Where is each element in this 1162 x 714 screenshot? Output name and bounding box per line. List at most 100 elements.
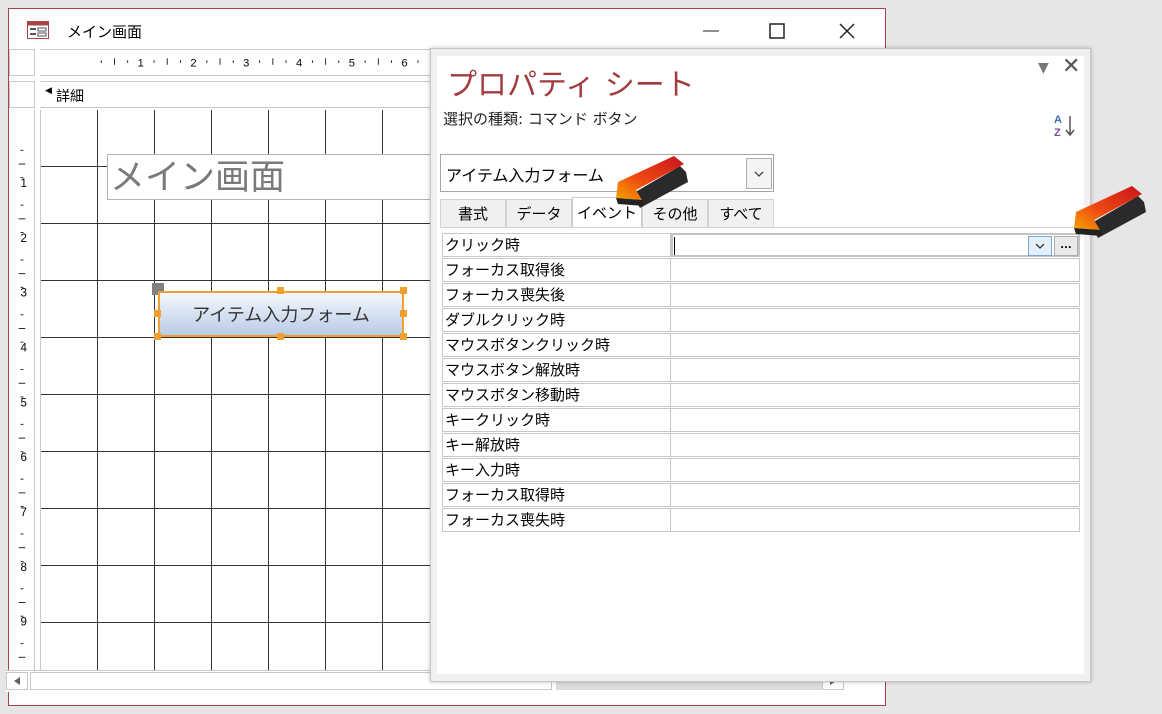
- ruler-tick: [391, 60, 393, 63]
- sort-az-icon[interactable]: A Z: [1053, 112, 1077, 140]
- property-name: クリック時: [442, 233, 671, 257]
- property-value-input[interactable]: [671, 383, 1080, 407]
- object-selector-button[interactable]: [746, 158, 772, 189]
- property-name: マウスボタン移動時: [442, 383, 671, 407]
- ruler-tick: [20, 533, 24, 535]
- resize-handle[interactable]: [400, 287, 407, 294]
- tab-label: すべて: [719, 205, 763, 223]
- property-row[interactable]: マウスボタン移動時: [442, 383, 1080, 408]
- form-title-bar[interactable]: メイン画面: [9, 9, 885, 53]
- resize-handle[interactable]: [154, 310, 161, 317]
- ruler-tick: [20, 423, 24, 425]
- section-label: 詳細: [56, 89, 84, 105]
- property-value-input[interactable]: [671, 358, 1080, 382]
- scroll-left-button[interactable]: [6, 672, 28, 690]
- tab-all[interactable]: すべて: [708, 199, 774, 227]
- property-value-input[interactable]: [671, 258, 1080, 282]
- property-row[interactable]: フォーカス取得時: [442, 483, 1080, 508]
- ruler-tick: [364, 60, 366, 63]
- ruler-tick: [18, 273, 26, 275]
- ruler-number: 3: [21, 288, 27, 300]
- command-button-control[interactable]: アイテム入力フォーム: [158, 291, 404, 337]
- property-row[interactable]: キークリック時: [442, 408, 1080, 433]
- ruler-number: 8: [21, 562, 27, 574]
- property-row[interactable]: キー入力時: [442, 458, 1080, 483]
- property-value-input[interactable]: [671, 308, 1080, 332]
- collapse-chevron-icon: ◀: [45, 86, 52, 96]
- ruler-tick: [272, 58, 274, 65]
- resize-handle[interactable]: [154, 333, 161, 340]
- section-selector[interactable]: [9, 81, 35, 108]
- scroll-left-icon: [14, 677, 20, 685]
- property-row[interactable]: キー解放時: [442, 433, 1080, 458]
- property-name: キー入力時: [442, 458, 671, 482]
- ruler-tick: [18, 382, 26, 384]
- ruler-tick: [338, 60, 340, 63]
- resize-handle[interactable]: [277, 287, 284, 294]
- resize-handle[interactable]: [400, 333, 407, 340]
- ruler-tick: [18, 218, 26, 220]
- ruler-tick: [18, 547, 26, 549]
- close-pane-icon[interactable]: ✕: [1062, 54, 1080, 79]
- ruler-tick: [166, 58, 168, 65]
- ruler-tick: [18, 437, 26, 439]
- property-row[interactable]: マウスボタン解放時: [442, 358, 1080, 383]
- ruler-corner[interactable]: [9, 49, 35, 76]
- ruler-tick: [20, 259, 24, 261]
- svg-text:Z: Z: [1054, 127, 1061, 139]
- property-name: マウスボタン解放時: [442, 358, 671, 382]
- maximize-icon: [769, 23, 785, 39]
- property-row[interactable]: フォーカス喪失後: [442, 283, 1080, 308]
- ruler-tick: [20, 204, 24, 206]
- property-name: ダブルクリック時: [442, 308, 671, 332]
- ruler-tick: [219, 58, 221, 65]
- maximize-button[interactable]: [751, 13, 803, 49]
- property-grid: クリック時 フォーカス取得後 フォーカス喪失後 ダブルクリック時 マウスボタンク…: [442, 233, 1080, 533]
- property-value-input[interactable]: [671, 408, 1080, 432]
- tab-data[interactable]: データ: [506, 199, 572, 227]
- ruler-tick: [20, 643, 24, 645]
- property-value-input[interactable]: [671, 283, 1080, 307]
- property-name: キー解放時: [442, 433, 671, 457]
- ruler-tick: [18, 602, 26, 603]
- minimize-button[interactable]: [685, 13, 737, 49]
- ruler-tick: [100, 60, 102, 63]
- property-value-input[interactable]: [671, 433, 1080, 457]
- ruler-tick: [114, 58, 115, 65]
- ruler-tick: [20, 588, 24, 590]
- ruler-number: 5: [349, 58, 355, 70]
- ruler-number: 4: [296, 58, 302, 70]
- event-dropdown-button[interactable]: [1028, 236, 1052, 256]
- resize-handle[interactable]: [400, 310, 407, 317]
- ruler-tick: [259, 60, 261, 63]
- ruler-tick: [18, 492, 26, 494]
- chevron-down-icon: [754, 171, 764, 177]
- minimize-icon: [703, 30, 719, 32]
- property-row[interactable]: マウスボタンクリック時: [442, 333, 1080, 358]
- property-row[interactable]: ダブルクリック時: [442, 308, 1080, 333]
- close-window-button[interactable]: [821, 13, 873, 49]
- ruler-tick: [127, 60, 129, 63]
- resize-handle[interactable]: [277, 333, 284, 340]
- property-row[interactable]: フォーカス取得後: [442, 258, 1080, 283]
- ruler-tick: [377, 58, 379, 65]
- ruler-tick: [417, 60, 419, 63]
- ruler-tick: [311, 60, 313, 63]
- property-row-on-click[interactable]: クリック時: [442, 233, 1080, 258]
- selection-type-label: 選択の種類: コマンド ボタン: [443, 110, 638, 128]
- property-value-input[interactable]: [671, 508, 1080, 532]
- tab-format[interactable]: 書式: [440, 199, 506, 227]
- ruler-number: 1: [138, 58, 144, 70]
- ruler-number: 6: [402, 58, 408, 70]
- property-value-input[interactable]: [671, 458, 1080, 482]
- tab-divider: [440, 227, 1084, 228]
- property-row[interactable]: フォーカス喪失時: [442, 508, 1080, 533]
- property-value-input[interactable]: [671, 333, 1080, 357]
- chevron-down-icon: [1035, 243, 1045, 249]
- annotation-arrow-icon: [1074, 186, 1146, 238]
- annotation-arrow-icon: [616, 156, 688, 208]
- property-value-input[interactable]: [671, 483, 1080, 507]
- property-value-input[interactable]: [671, 233, 1080, 257]
- pane-menu-icon[interactable]: ▼: [1038, 60, 1049, 76]
- property-name: キークリック時: [442, 408, 671, 432]
